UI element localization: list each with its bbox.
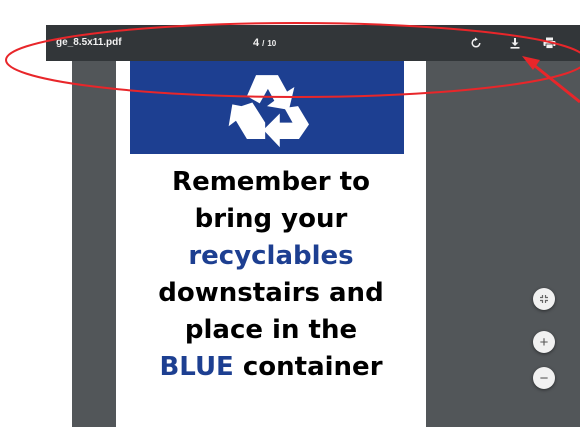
message-line: Remember to (172, 167, 370, 197)
page-indicator: 4/10 (253, 25, 276, 61)
fit-to-page-icon (540, 295, 548, 303)
pdf-toolbar: ge_8.5x11.pdf 4/10 (46, 25, 580, 61)
rotate-icon (471, 37, 481, 48)
document-title: ge_8.5x11.pdf (56, 37, 122, 48)
download-button[interactable] (506, 34, 524, 52)
page-separator: / (262, 39, 265, 48)
message-line: downstairs and (158, 278, 384, 308)
total-pages: 10 (267, 39, 277, 48)
recycle-banner (130, 61, 404, 154)
zoom-out-button[interactable]: − (533, 367, 555, 389)
current-page-input[interactable]: 4 (253, 37, 259, 49)
rotate-button[interactable] (467, 34, 485, 52)
message-line: place in the (184, 315, 358, 345)
message-line-recyclables: recyclables (188, 241, 354, 271)
container-word: container (233, 352, 383, 382)
pdf-page: Remember to bring your recyclables downs… (116, 61, 426, 427)
message-line-container: BLUE container (116, 349, 426, 386)
fit-to-page-button[interactable] (533, 288, 555, 310)
print-icon (543, 37, 555, 49)
recycling-message: Remember to bring your recyclables downs… (116, 164, 426, 386)
recycle-icon (228, 74, 309, 147)
blue-word: BLUE (159, 352, 234, 382)
message-line: bring your (194, 204, 348, 234)
print-button[interactable] (540, 34, 558, 52)
download-icon (510, 38, 520, 49)
zoom-in-button[interactable]: + (533, 331, 555, 353)
